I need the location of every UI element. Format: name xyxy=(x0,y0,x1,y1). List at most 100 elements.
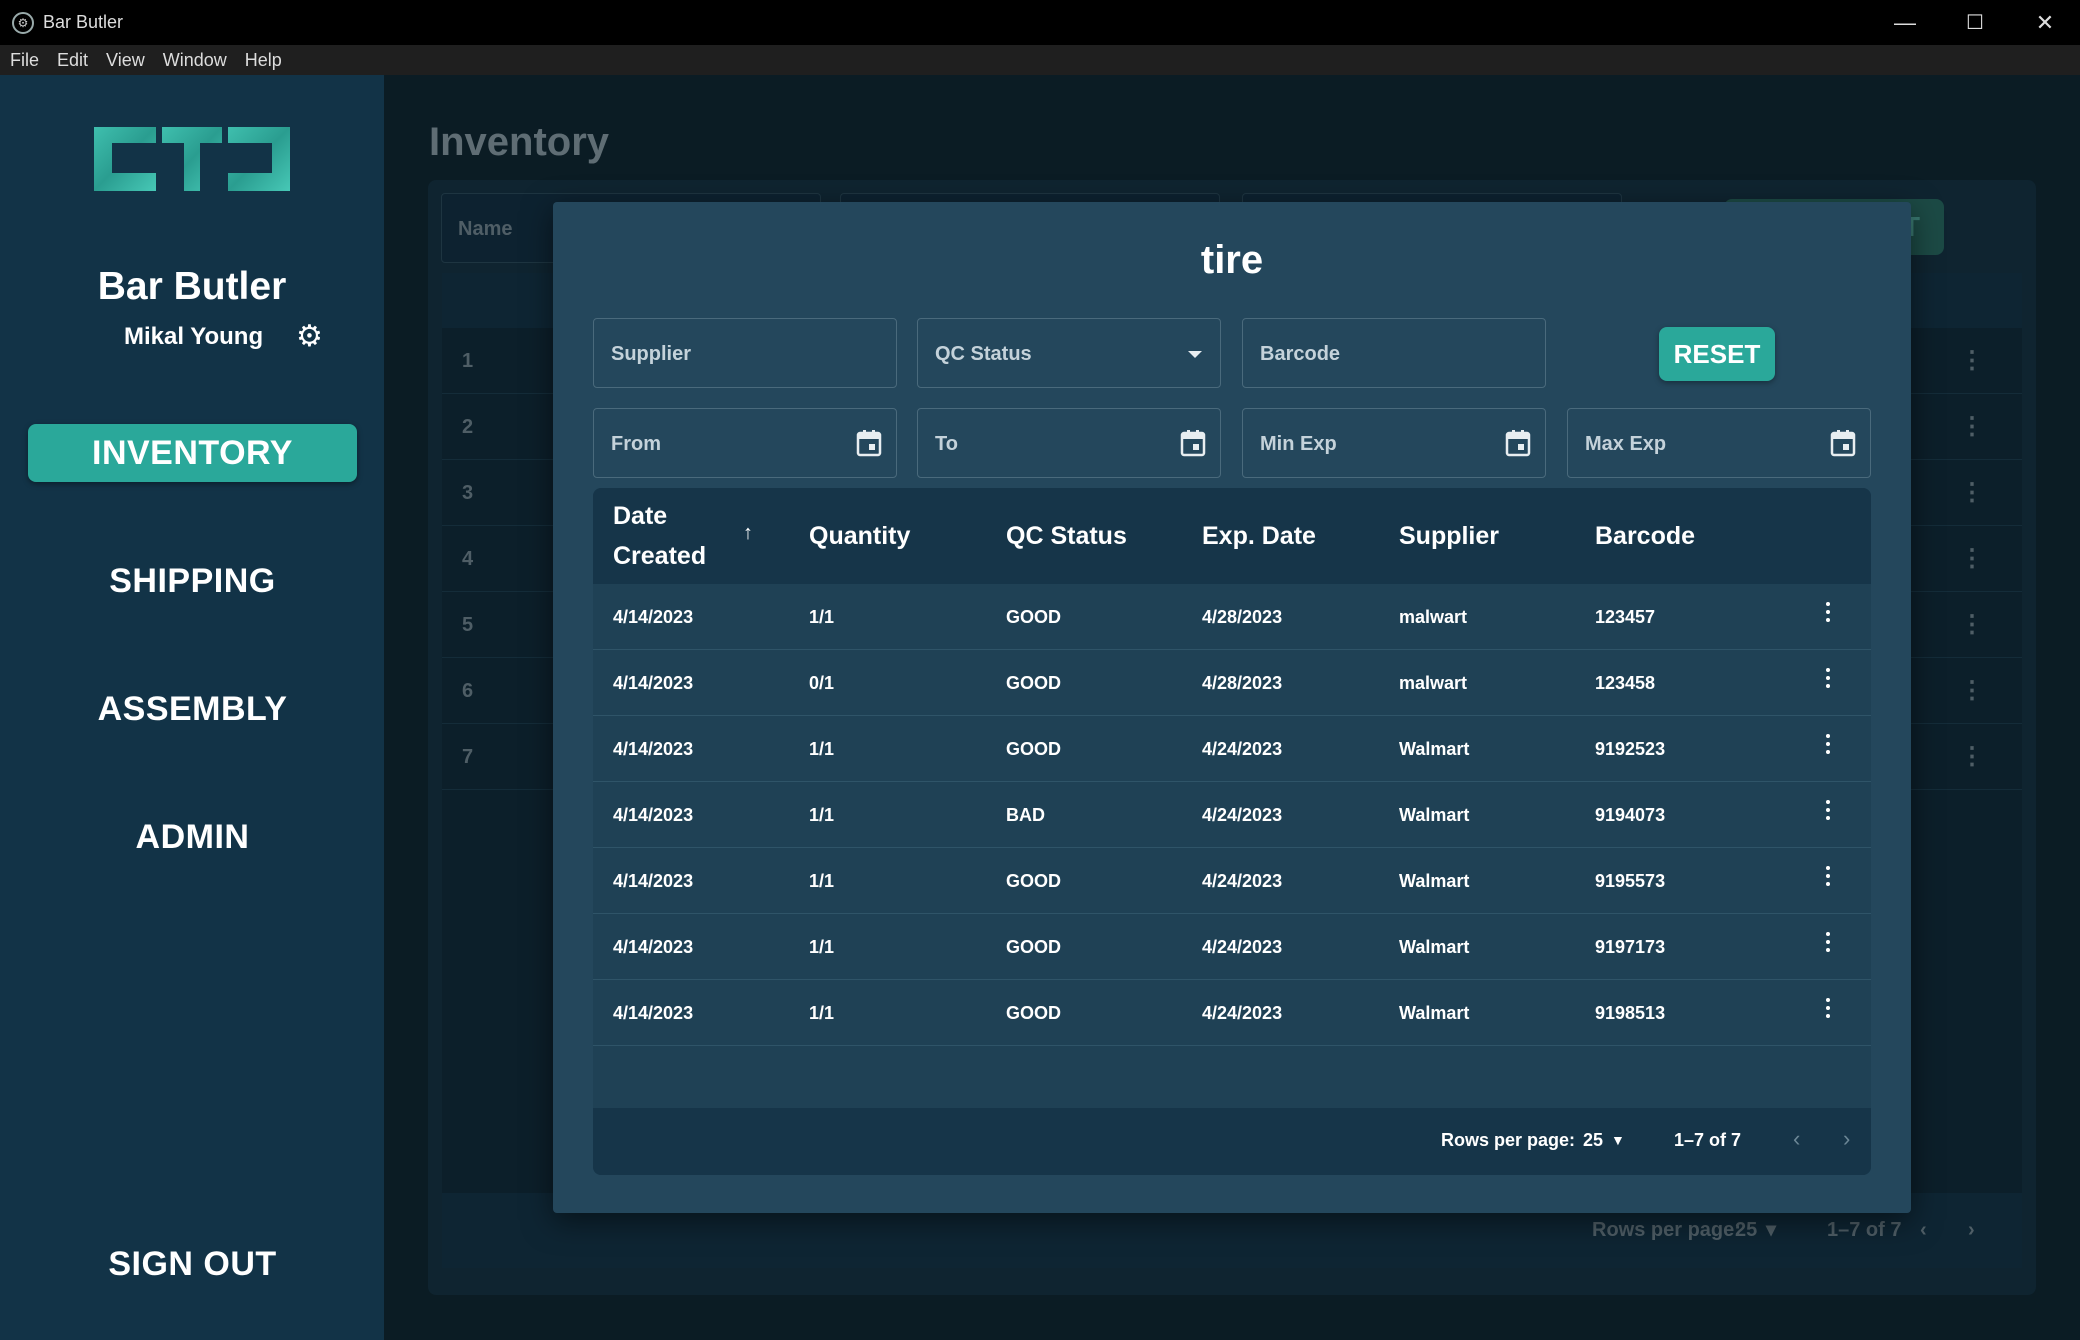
prev-page-icon[interactable]: ‹ xyxy=(1793,1126,1800,1152)
barcode-filter-input[interactable]: Barcode xyxy=(1242,318,1546,388)
cell-supplier: Walmart xyxy=(1399,1003,1470,1023)
header-date-created-line1[interactable]: Date xyxy=(613,502,667,531)
table-row[interactable]: 4/14/2023 0/1 GOOD 4/28/2023 malwart 123… xyxy=(593,650,1871,716)
sign-out-button[interactable]: SIGN OUT xyxy=(28,1235,357,1293)
chevron-down-icon[interactable]: ▾ xyxy=(1766,1217,1776,1242)
more-vert-icon[interactable] xyxy=(1823,932,1833,952)
max-exp-input[interactable]: Max Exp xyxy=(1567,408,1871,478)
min-exp-input[interactable]: Min Exp xyxy=(1242,408,1546,478)
more-vert-icon[interactable]: ⋮ xyxy=(1960,676,1984,705)
to-date-input[interactable]: To xyxy=(917,408,1221,478)
nav-inventory[interactable]: INVENTORY xyxy=(28,424,357,482)
cell-exp-date: 4/24/2023 xyxy=(1202,739,1283,759)
row-number: 7 xyxy=(462,746,474,768)
cell-qc-status: BAD xyxy=(1006,805,1045,825)
more-vert-icon[interactable]: ⋮ xyxy=(1960,346,1984,375)
table-row[interactable]: 4/14/2023 1/1 GOOD 4/24/2023 Walmart 919… xyxy=(593,716,1871,782)
cell-exp-date: 4/24/2023 xyxy=(1202,1003,1283,1023)
more-vert-icon[interactable] xyxy=(1823,998,1833,1018)
cell-barcode: 9195573 xyxy=(1595,871,1666,891)
cell-supplier: malwart xyxy=(1399,607,1468,627)
table-row[interactable]: 4/14/2023 1/1 GOOD 4/24/2023 Walmart 919… xyxy=(593,848,1871,914)
qc-status-label: QC Status xyxy=(935,343,1032,365)
row-number: 4 xyxy=(462,548,474,570)
nav-admin[interactable]: ADMIN xyxy=(28,808,357,866)
more-vert-icon[interactable]: ⋮ xyxy=(1960,544,1984,573)
rows-per-page-select[interactable]: 25 xyxy=(1583,1130,1603,1151)
menu-edit[interactable]: Edit xyxy=(57,50,88,71)
more-vert-icon[interactable]: ⋮ xyxy=(1960,742,1984,771)
nav-assembly[interactable]: ASSEMBLY xyxy=(28,680,357,738)
more-vert-icon[interactable] xyxy=(1823,734,1833,754)
sidebar: Bar Butler Mikal Young ⚙ INVENTORY SHIPP… xyxy=(0,75,384,1340)
row-number: 5 xyxy=(462,614,474,636)
header-barcode[interactable]: Barcode xyxy=(1595,522,1695,551)
table-row[interactable]: 4/14/2023 1/1 GOOD 4/24/2023 Walmart 919… xyxy=(593,914,1871,980)
row-number: 1 xyxy=(462,350,474,372)
cell-qc-status: GOOD xyxy=(1006,937,1062,957)
header-exp-date[interactable]: Exp. Date xyxy=(1202,522,1316,551)
dropdown-arrow-icon xyxy=(1188,351,1202,358)
reset-button[interactable]: RESET xyxy=(1659,327,1775,381)
cell-quantity: 1/1 xyxy=(809,607,835,627)
table-row[interactable]: 4/14/2023 1/1 GOOD 4/24/2023 Walmart 919… xyxy=(593,980,1871,1046)
rows-per-page-select[interactable]: 25 xyxy=(1735,1219,1757,1242)
cell-date: 4/14/2023 xyxy=(613,607,694,627)
header-quantity[interactable]: Quantity xyxy=(809,522,910,551)
minimize-button[interactable]: — xyxy=(1870,0,1940,45)
calendar-icon[interactable] xyxy=(1830,429,1856,457)
calendar-icon[interactable] xyxy=(1505,429,1531,457)
detail-table-header: Date Created ↑ Quantity QC Status Exp. D… xyxy=(593,488,1871,584)
cell-qc-status: GOOD xyxy=(1006,673,1062,693)
menu-help[interactable]: Help xyxy=(245,50,282,71)
prev-page-icon[interactable]: ‹ xyxy=(1920,1219,1927,1242)
rows-per-page-label: Rows per page: xyxy=(1592,1219,1741,1241)
more-vert-icon[interactable]: ⋮ xyxy=(1960,478,1984,507)
to-date-label: To xyxy=(935,433,958,455)
cell-date: 4/14/2023 xyxy=(613,937,694,957)
cell-supplier: Walmart xyxy=(1399,937,1470,957)
menu-view[interactable]: View xyxy=(106,50,145,71)
min-exp-label: Min Exp xyxy=(1260,433,1337,455)
more-vert-icon[interactable]: ⋮ xyxy=(1960,610,1984,639)
table-row[interactable]: 4/14/2023 1/1 BAD 4/24/2023 Walmart 9194… xyxy=(593,782,1871,848)
maximize-button[interactable]: ☐ xyxy=(1940,0,2010,45)
more-vert-icon[interactable]: ⋮ xyxy=(1960,412,1984,441)
cell-date: 4/14/2023 xyxy=(613,805,694,825)
header-qc-status[interactable]: QC Status xyxy=(1006,522,1127,551)
qc-status-select[interactable]: QC Status xyxy=(917,318,1221,388)
page-title: Inventory xyxy=(429,120,610,164)
cell-exp-date: 4/28/2023 xyxy=(1202,673,1283,693)
menu-window[interactable]: Window xyxy=(163,50,227,71)
table-row[interactable]: 4/14/2023 1/1 GOOD 4/28/2023 malwart 123… xyxy=(593,584,1871,650)
more-vert-icon[interactable] xyxy=(1823,800,1833,820)
cell-qc-status: GOOD xyxy=(1006,607,1062,627)
header-supplier[interactable]: Supplier xyxy=(1399,522,1499,551)
calendar-icon[interactable] xyxy=(856,429,882,457)
next-page-icon[interactable]: › xyxy=(1968,1219,1975,1242)
cell-date: 4/14/2023 xyxy=(613,739,694,759)
barcode-filter-label: Barcode xyxy=(1260,343,1341,365)
supplier-filter-input[interactable]: Supplier xyxy=(593,318,897,388)
sort-arrow-icon[interactable]: ↑ xyxy=(743,522,753,545)
more-vert-icon[interactable] xyxy=(1823,668,1833,688)
cell-barcode: 123457 xyxy=(1595,607,1656,627)
more-vert-icon[interactable] xyxy=(1823,602,1833,622)
gear-icon[interactable]: ⚙ xyxy=(296,319,323,354)
close-button[interactable]: ✕ xyxy=(2010,0,2080,45)
cell-date: 4/14/2023 xyxy=(613,871,694,891)
app-logo xyxy=(94,127,290,191)
modal-title: tire xyxy=(1200,238,1264,282)
nav-shipping[interactable]: SHIPPING xyxy=(28,552,357,610)
cell-exp-date: 4/28/2023 xyxy=(1202,607,1283,627)
menu-file[interactable]: File xyxy=(10,50,39,71)
from-date-input[interactable]: From xyxy=(593,408,897,478)
calendar-icon[interactable] xyxy=(1180,429,1206,457)
next-page-icon[interactable]: › xyxy=(1843,1126,1850,1152)
chevron-down-icon[interactable]: ▼ xyxy=(1611,1132,1625,1148)
cell-exp-date: 4/24/2023 xyxy=(1202,805,1283,825)
header-date-created-line2[interactable]: Created xyxy=(613,542,706,571)
title-bar: ⚙ Bar Butler — ☐ ✕ xyxy=(0,0,2080,45)
max-exp-label: Max Exp xyxy=(1585,433,1667,455)
more-vert-icon[interactable] xyxy=(1823,866,1833,886)
